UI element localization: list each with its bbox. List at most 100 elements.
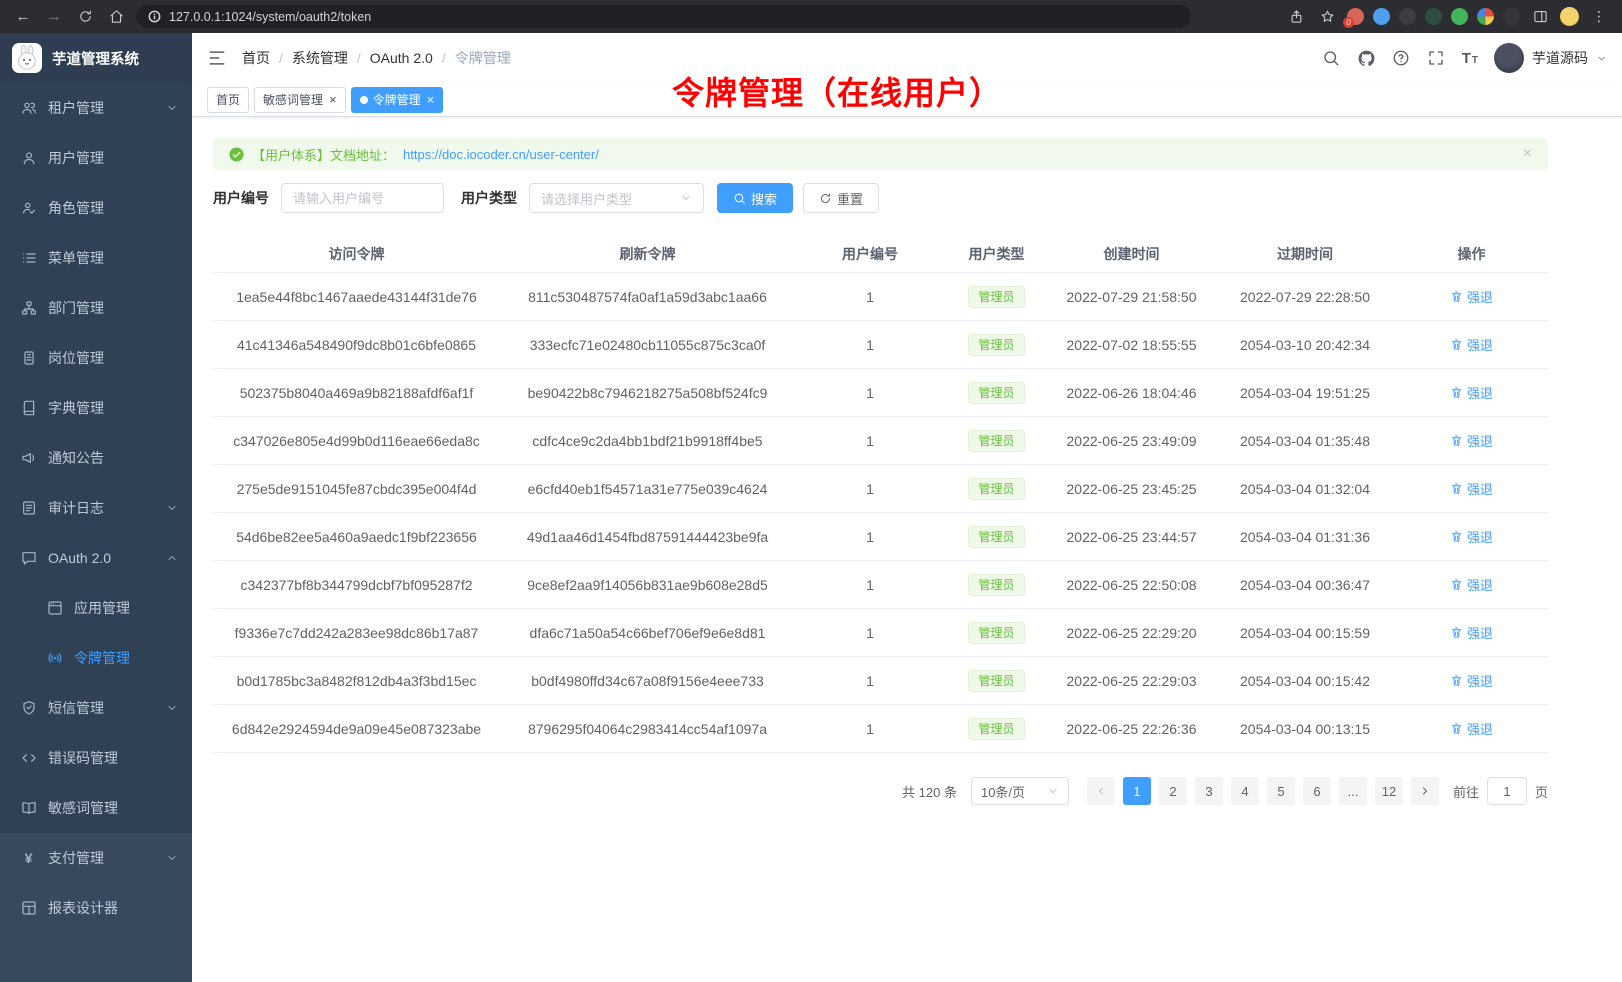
sidebar-item-user[interactable]: 用户管理 bbox=[0, 133, 192, 183]
extension-icon-6[interactable] bbox=[1477, 8, 1494, 25]
force-logout-button[interactable]: 强退 bbox=[1450, 671, 1493, 690]
tag-home[interactable]: 首页 bbox=[207, 87, 249, 113]
table-row: b0d1785bc3a8482f812db4a3f3bd15ec b0df498… bbox=[213, 657, 1548, 705]
delete-icon bbox=[1450, 626, 1463, 639]
fullscreen-icon[interactable] bbox=[1427, 49, 1446, 68]
extension-icon-4[interactable] bbox=[1425, 8, 1442, 25]
sidebar-item-department[interactable]: 部门管理 bbox=[0, 283, 192, 333]
user-id-cell: 1 bbox=[795, 433, 945, 449]
sidebar-item-oauth[interactable]: OAuth 2.0 bbox=[0, 533, 192, 583]
token-table: 访问令牌 刷新令牌 用户编号 用户类型 创建时间 过期时间 操作 1ea5e44… bbox=[213, 235, 1548, 753]
sidebar-item-menu[interactable]: 菜单管理 bbox=[0, 233, 192, 283]
sms-icon bbox=[20, 700, 37, 717]
address-bar[interactable]: 127.0.0.1:1024/system/oauth2/token bbox=[136, 5, 1191, 28]
sidebar-item-audit-log[interactable]: 审计日志 bbox=[0, 483, 192, 533]
page-ellipsis[interactable]: ... bbox=[1339, 777, 1367, 805]
browser-menu-icon[interactable]: ⋮ bbox=[1588, 6, 1610, 28]
sidebar-item-oauth-token[interactable]: 令牌管理 bbox=[0, 633, 192, 683]
tag-token[interactable]: 令牌管理 × bbox=[351, 87, 444, 113]
department-icon bbox=[20, 300, 37, 317]
hamburger-icon[interactable] bbox=[207, 48, 227, 68]
alert-close-icon[interactable]: × bbox=[1523, 146, 1532, 162]
page-button-4[interactable]: 4 bbox=[1231, 777, 1259, 805]
user-type-cell: 管理员 bbox=[945, 430, 1048, 452]
bookmark-star-icon[interactable] bbox=[1316, 6, 1338, 28]
force-logout-button[interactable]: 强退 bbox=[1450, 527, 1493, 546]
navbar-actions: TT 芋道源码 bbox=[1322, 43, 1607, 73]
actions-cell: 强退 bbox=[1395, 527, 1548, 546]
page-button-5[interactable]: 5 bbox=[1267, 777, 1295, 805]
search-button[interactable]: 搜索 bbox=[717, 183, 793, 213]
page-button-12[interactable]: 12 bbox=[1375, 777, 1403, 805]
user-id-cell: 1 bbox=[795, 673, 945, 689]
force-logout-button[interactable]: 强退 bbox=[1450, 479, 1493, 498]
search-icon[interactable] bbox=[1322, 49, 1341, 68]
app-logo[interactable]: 芋道管理系统 bbox=[0, 33, 192, 83]
breadcrumb-oauth[interactable]: OAuth 2.0 bbox=[370, 50, 433, 66]
sidebar-item-sms[interactable]: 短信管理 bbox=[0, 683, 192, 733]
github-icon[interactable] bbox=[1357, 49, 1376, 68]
browser-profile-avatar[interactable] bbox=[1560, 7, 1579, 26]
extension-icon-5[interactable] bbox=[1451, 8, 1468, 25]
force-logout-button[interactable]: 强退 bbox=[1450, 623, 1493, 642]
access-token-cell: c347026e805e4d99b0d116eae66eda8c bbox=[213, 433, 500, 449]
delete-icon bbox=[1450, 530, 1463, 543]
user-id-cell: 1 bbox=[795, 289, 945, 305]
notice-icon bbox=[20, 450, 37, 467]
next-page-button[interactable] bbox=[1411, 777, 1439, 805]
alert-doc-link[interactable]: https://doc.iocoder.cn/user-center/ bbox=[403, 147, 599, 162]
help-icon[interactable] bbox=[1392, 49, 1411, 68]
sidebar-item-role[interactable]: 角色管理 bbox=[0, 183, 192, 233]
extension-icon-1[interactable]: 0 bbox=[1347, 8, 1364, 25]
force-logout-button[interactable]: 强退 bbox=[1450, 383, 1493, 402]
force-logout-button[interactable]: 强退 bbox=[1450, 335, 1493, 354]
goto-page-input[interactable] bbox=[1487, 777, 1527, 805]
side-panel-icon[interactable] bbox=[1529, 6, 1551, 28]
force-logout-button[interactable]: 强退 bbox=[1450, 575, 1493, 594]
refresh-token-cell: be90422b8c7946218275a508bf524fc9 bbox=[500, 385, 795, 401]
user-type-badge: 管理员 bbox=[968, 718, 1024, 740]
sidebar-item-report-designer[interactable]: 报表设计器 bbox=[0, 883, 192, 933]
breadcrumb-home[interactable]: 首页 bbox=[242, 48, 270, 68]
page-button-3[interactable]: 3 bbox=[1195, 777, 1223, 805]
user-type-badge: 管理员 bbox=[968, 286, 1024, 308]
sidebar-item-notice[interactable]: 通知公告 bbox=[0, 433, 192, 483]
force-logout-button[interactable]: 强退 bbox=[1450, 431, 1493, 450]
home-icon[interactable] bbox=[105, 6, 127, 28]
site-info-icon[interactable] bbox=[148, 10, 161, 23]
page-button-2[interactable]: 2 bbox=[1159, 777, 1187, 805]
prev-page-button[interactable] bbox=[1087, 777, 1115, 805]
sidebar-item-post[interactable]: 岗位管理 bbox=[0, 333, 192, 383]
page-size-select[interactable]: 10条/页 bbox=[971, 777, 1069, 805]
font-size-icon[interactable]: TT bbox=[1462, 51, 1478, 66]
sidebar-item-tenant[interactable]: 租户管理 bbox=[0, 83, 192, 133]
page-button-6[interactable]: 6 bbox=[1303, 777, 1331, 805]
close-icon[interactable]: × bbox=[427, 93, 435, 106]
extension-icon-3[interactable] bbox=[1399, 8, 1416, 25]
force-logout-button[interactable]: 强退 bbox=[1450, 719, 1493, 738]
doc-alert: 【用户体系】文档地址： https://doc.iocoder.cn/user-… bbox=[213, 138, 1548, 170]
extension-icon-7[interactable] bbox=[1503, 8, 1520, 25]
sidebar-item-sensitive-word[interactable]: 敏感词管理 bbox=[0, 783, 192, 833]
tag-sensitive-word[interactable]: 敏感词管理 × bbox=[254, 87, 346, 113]
force-logout-button[interactable]: 强退 bbox=[1450, 287, 1493, 306]
share-icon[interactable] bbox=[1285, 6, 1307, 28]
sidebar-item-pay[interactable]: ¥ 支付管理 bbox=[0, 833, 192, 883]
browser-toolbar-right: 0 ⋮ bbox=[1285, 6, 1610, 28]
sidebar-item-oauth-app[interactable]: 应用管理 bbox=[0, 583, 192, 633]
forward-icon[interactable]: → bbox=[43, 6, 65, 28]
user-id-input[interactable] bbox=[281, 183, 444, 213]
extension-icon-2[interactable] bbox=[1373, 8, 1390, 25]
back-icon[interactable]: ← bbox=[12, 6, 34, 28]
close-icon[interactable]: × bbox=[329, 93, 337, 106]
user-type-cell: 管理员 bbox=[945, 286, 1048, 308]
sidebar-item-dict[interactable]: 字典管理 bbox=[0, 383, 192, 433]
breadcrumb-system[interactable]: 系统管理 bbox=[292, 48, 348, 68]
page-button-1[interactable]: 1 bbox=[1123, 777, 1151, 805]
user-type-label: 用户类型 bbox=[461, 188, 517, 208]
reload-icon[interactable] bbox=[74, 6, 96, 28]
sidebar-item-error-code[interactable]: 错误码管理 bbox=[0, 733, 192, 783]
user-type-select[interactable]: 请选择用户类型 bbox=[529, 183, 704, 213]
user-menu[interactable]: 芋道源码 bbox=[1494, 43, 1607, 73]
reset-button[interactable]: 重置 bbox=[803, 183, 879, 213]
